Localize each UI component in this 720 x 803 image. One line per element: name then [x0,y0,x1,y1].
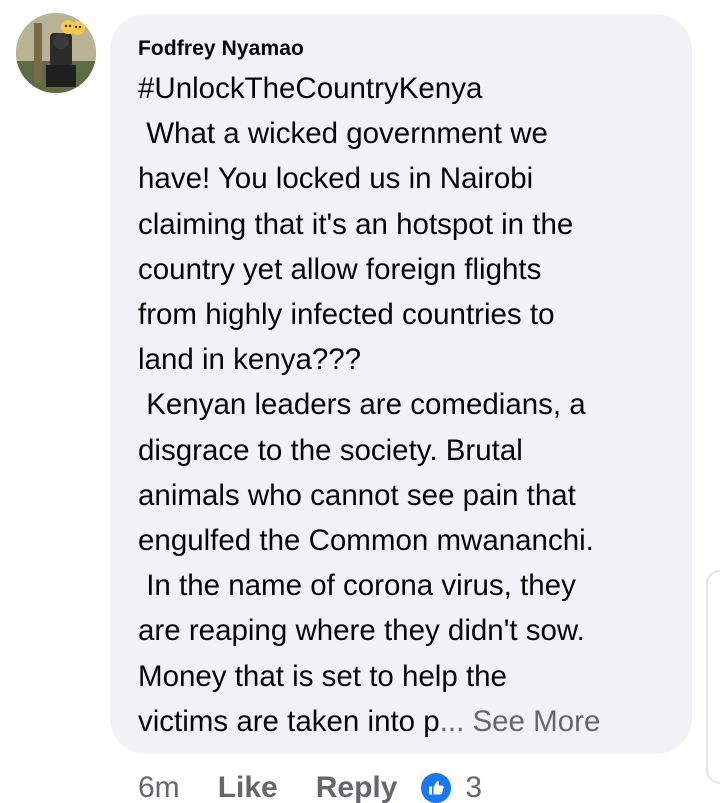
hashtag-link[interactable]: #UnlockTheCountryKenya [138,66,678,111]
reaction-count: 3 [465,771,483,803]
thumbs-up-icon [419,771,454,803]
adjacent-card-edge [706,570,720,784]
like-button[interactable]: Like [218,771,278,803]
avatar-photo-icon [16,13,96,93]
avatar[interactable] [16,13,96,93]
see-more-link[interactable]: See More [464,705,600,738]
comment-bubble: Fodfrey Nyamao #UnlockTheCountryKenya Wh… [110,14,692,754]
comment-author-name[interactable]: Fodfrey Nyamao [138,36,668,62]
comment-actions: 6m Like Reply 3 [138,768,482,803]
reply-button[interactable]: Reply [316,771,398,803]
comment-timestamp[interactable]: 6m [138,771,180,803]
reaction-summary[interactable]: 3 [419,771,482,803]
comment-body-text: What a wicked government we have! You lo… [138,117,594,738]
truncation-ellipsis: ... [439,704,465,738]
comment-text: #UnlockTheCountryKenya What a wicked gov… [138,66,678,744]
